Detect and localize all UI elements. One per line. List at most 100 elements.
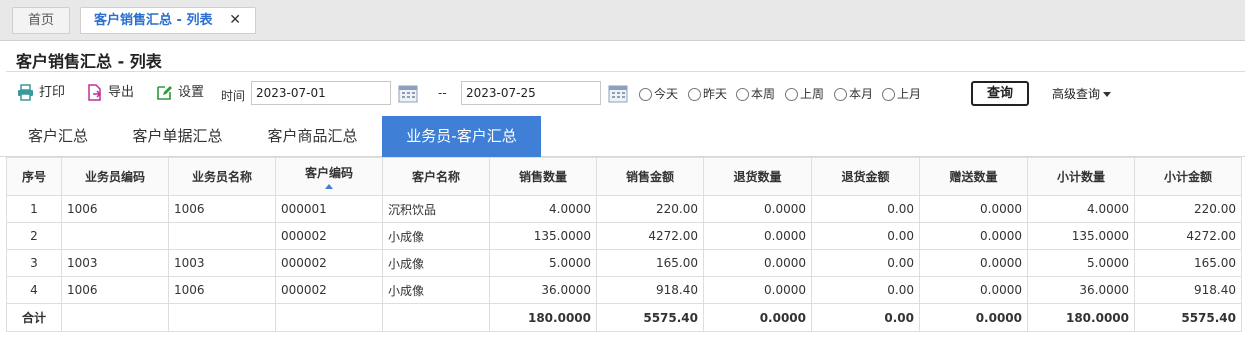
table-cell: 0.0000 bbox=[703, 276, 812, 304]
edit-icon bbox=[157, 86, 172, 100]
total-row: 合计 180.0000 5575.40 0.0000 0.00 0.0000 1… bbox=[6, 303, 1242, 332]
table-row[interactable]: 4 1006 1006 000002 小成像 36.0000 918.40 0.… bbox=[6, 276, 1242, 304]
table-cell: 000002 bbox=[275, 249, 383, 277]
export-button[interactable]: 导出 bbox=[86, 83, 138, 103]
total-label: 合计 bbox=[6, 303, 62, 332]
radio-last-week[interactable]: 上周 bbox=[785, 88, 829, 102]
table-cell: 1003 bbox=[168, 249, 276, 277]
column-header[interactable]: 序号 bbox=[6, 157, 62, 196]
table-cell: 0.00 bbox=[811, 249, 920, 277]
tab-strip: 首页 客户销售汇总 - 列表 ✕ bbox=[0, 0, 1245, 41]
radio-yesterday[interactable]: 昨天 bbox=[688, 88, 732, 102]
print-button[interactable]: 打印 bbox=[17, 83, 69, 103]
table-cell: 4.0000 bbox=[489, 195, 597, 223]
sort-ascending-icon bbox=[325, 184, 333, 189]
table-cell bbox=[61, 303, 169, 332]
column-header[interactable]: 退货数量 bbox=[703, 157, 812, 196]
radio-label: 上周 bbox=[800, 87, 825, 101]
radio-circle bbox=[785, 88, 798, 101]
table-cell: 0.0000 bbox=[703, 195, 812, 223]
column-header[interactable]: 业务员编码 bbox=[61, 157, 169, 196]
tab-salesperson-customer-summary[interactable]: 业务员-客户汇总 bbox=[382, 116, 541, 157]
divider bbox=[6, 71, 1245, 72]
tab-home[interactable]: 首页 bbox=[12, 7, 70, 34]
close-icon[interactable]: ✕ bbox=[229, 8, 241, 33]
advanced-query-dropdown[interactable]: 高级查询 bbox=[1052, 85, 1112, 102]
radio-label: 上月 bbox=[897, 87, 922, 101]
column-header[interactable]: 销售金额 bbox=[596, 157, 704, 196]
tab-customer-product-summary[interactable]: 客户商品汇总 bbox=[245, 116, 380, 157]
radio-label: 今天 bbox=[654, 87, 679, 101]
column-header[interactable]: 赠送数量 bbox=[919, 157, 1028, 196]
total-cell: 5575.40 bbox=[596, 303, 704, 332]
date-to-input[interactable] bbox=[461, 81, 601, 105]
table-cell: 1006 bbox=[168, 276, 276, 304]
table-cell: 4272.00 bbox=[1134, 222, 1242, 250]
tab-customer-summary[interactable]: 客户汇总 bbox=[6, 116, 110, 157]
total-cell: 180.0000 bbox=[489, 303, 597, 332]
table-cell: 0.00 bbox=[811, 195, 920, 223]
date-from-input[interactable] bbox=[251, 81, 391, 105]
total-cell: 0.0000 bbox=[703, 303, 812, 332]
table-row[interactable]: 3 1003 1003 000002 小成像 5.0000 165.00 0.0… bbox=[6, 249, 1242, 277]
radio-this-week[interactable]: 本周 bbox=[736, 88, 780, 102]
radio-circle bbox=[834, 88, 847, 101]
table-row[interactable]: 1 1006 1006 000001 沉积饮品 4.0000 220.00 0.… bbox=[6, 195, 1242, 223]
column-header[interactable]: 小计数量 bbox=[1027, 157, 1135, 196]
table-cell: 36.0000 bbox=[489, 276, 597, 304]
calendar-icon[interactable] bbox=[397, 82, 419, 104]
data-grid: 序号 业务员编码 业务员名称 客户编码 客户名称 销售数量 销售金额 退货数量 … bbox=[6, 157, 1242, 332]
total-cell: 0.0000 bbox=[919, 303, 1028, 332]
advanced-query-label: 高级查询 bbox=[1052, 87, 1101, 101]
column-header[interactable]: 退货金额 bbox=[811, 157, 920, 196]
page-title: 客户销售汇总 - 列表 bbox=[16, 52, 162, 71]
table-cell bbox=[275, 303, 383, 332]
table-cell: 135.0000 bbox=[489, 222, 597, 250]
table-cell: 1006 bbox=[61, 195, 169, 223]
header-row: 序号 业务员编码 业务员名称 客户编码 客户名称 销售数量 销售金额 退货数量 … bbox=[6, 157, 1242, 196]
radio-circle bbox=[736, 88, 749, 101]
column-header[interactable]: 业务员名称 bbox=[168, 157, 276, 196]
settings-button[interactable]: 设置 bbox=[156, 83, 208, 103]
total-cell: 180.0000 bbox=[1027, 303, 1135, 332]
table-cell bbox=[168, 222, 276, 250]
column-header-sorted[interactable]: 客户编码 bbox=[275, 157, 383, 196]
table-cell: 4 bbox=[6, 276, 62, 304]
table-cell: 0.0000 bbox=[703, 249, 812, 277]
table-cell: 1006 bbox=[168, 195, 276, 223]
tab-customer-sales-summary[interactable]: 客户销售汇总 - 列表 ✕ bbox=[80, 7, 256, 34]
table-cell: 165.00 bbox=[1134, 249, 1242, 277]
table-row[interactable]: 2 000002 小成像 135.0000 4272.00 0.0000 0.0… bbox=[6, 222, 1242, 250]
printer-icon bbox=[18, 84, 33, 101]
settings-label: 设置 bbox=[178, 85, 205, 100]
calendar-icon[interactable] bbox=[607, 82, 629, 104]
export-label: 导出 bbox=[108, 85, 135, 100]
radio-circle bbox=[688, 88, 701, 101]
table-cell: 0.0000 bbox=[919, 249, 1028, 277]
query-button[interactable]: 查询 bbox=[971, 81, 1029, 106]
table-cell: 165.00 bbox=[596, 249, 704, 277]
table-cell bbox=[61, 222, 169, 250]
column-header[interactable]: 小计金额 bbox=[1134, 157, 1242, 196]
radio-this-month[interactable]: 本月 bbox=[834, 88, 878, 102]
column-header-label: 客户编码 bbox=[304, 166, 353, 180]
table-cell: 0.0000 bbox=[703, 222, 812, 250]
date-separator: -- bbox=[438, 86, 447, 100]
table-cell: 小成像 bbox=[382, 222, 490, 250]
radio-last-month[interactable]: 上月 bbox=[882, 88, 926, 102]
column-header[interactable]: 客户名称 bbox=[382, 157, 490, 196]
table-cell: 5.0000 bbox=[489, 249, 597, 277]
table-cell: 小成像 bbox=[382, 249, 490, 277]
column-header[interactable]: 销售数量 bbox=[489, 157, 597, 196]
radio-circle bbox=[882, 88, 895, 101]
report-tabs: 客户汇总 客户单据汇总 客户商品汇总 业务员-客户汇总 bbox=[0, 116, 1245, 157]
table-cell: 1 bbox=[6, 195, 62, 223]
table-cell: 5.0000 bbox=[1027, 249, 1135, 277]
table-cell: 36.0000 bbox=[1027, 276, 1135, 304]
table-cell: 918.40 bbox=[1134, 276, 1242, 304]
radio-today[interactable]: 今天 bbox=[639, 88, 683, 102]
table-cell: 1003 bbox=[61, 249, 169, 277]
table-cell: 1006 bbox=[61, 276, 169, 304]
tab-customer-document-summary[interactable]: 客户单据汇总 bbox=[110, 116, 245, 157]
toolbar: 打印 导出 设置 时间 -- 今天 昨天 本周 上周 本月 上月 查询 高级查询 bbox=[0, 76, 1245, 110]
